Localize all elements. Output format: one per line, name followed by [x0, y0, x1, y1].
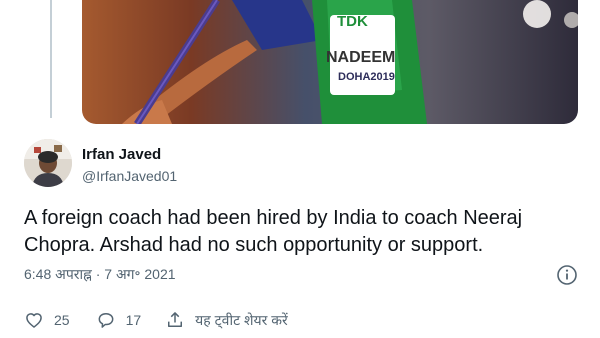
reply-count: 17	[125, 312, 142, 328]
tweet-actions-bar: 25 17 यह ट्वीट शेयर करें	[24, 308, 288, 332]
bib-event-label: DOHA2019	[338, 71, 395, 83]
reply-button[interactable]: 17	[96, 310, 142, 330]
tweet-media-photo[interactable]: TDK NADEEM DOHA2019	[82, 0, 578, 124]
author-name[interactable]: Irfan Javed	[82, 146, 161, 163]
thread-connector-line	[50, 0, 52, 118]
share-button[interactable]: यह ट्वीट शेयर करें	[165, 310, 288, 330]
like-count: 25	[54, 312, 70, 328]
bib-name-label: NADEEM	[326, 49, 395, 66]
info-icon[interactable]	[556, 264, 578, 286]
tweet-text: A foreign coach had been hired by India …	[24, 207, 523, 256]
reply-icon	[98, 313, 113, 328]
bib-brand-label: TDK	[337, 13, 368, 30]
heart-icon	[26, 313, 42, 328]
author-handle[interactable]: @IrfanJaved01	[82, 168, 177, 184]
share-icon	[168, 312, 183, 327]
profile-picture	[24, 139, 72, 187]
athlete-photo: TDK NADEEM DOHA2019	[122, 0, 578, 124]
share-label: यह ट्वीट शेयर करें	[195, 311, 288, 328]
like-button[interactable]: 25	[24, 310, 70, 330]
tweet-timestamp[interactable]: 6:48 अपराह्न · 7 अग॰ 2021	[24, 265, 176, 284]
avatar[interactable]	[24, 139, 72, 187]
